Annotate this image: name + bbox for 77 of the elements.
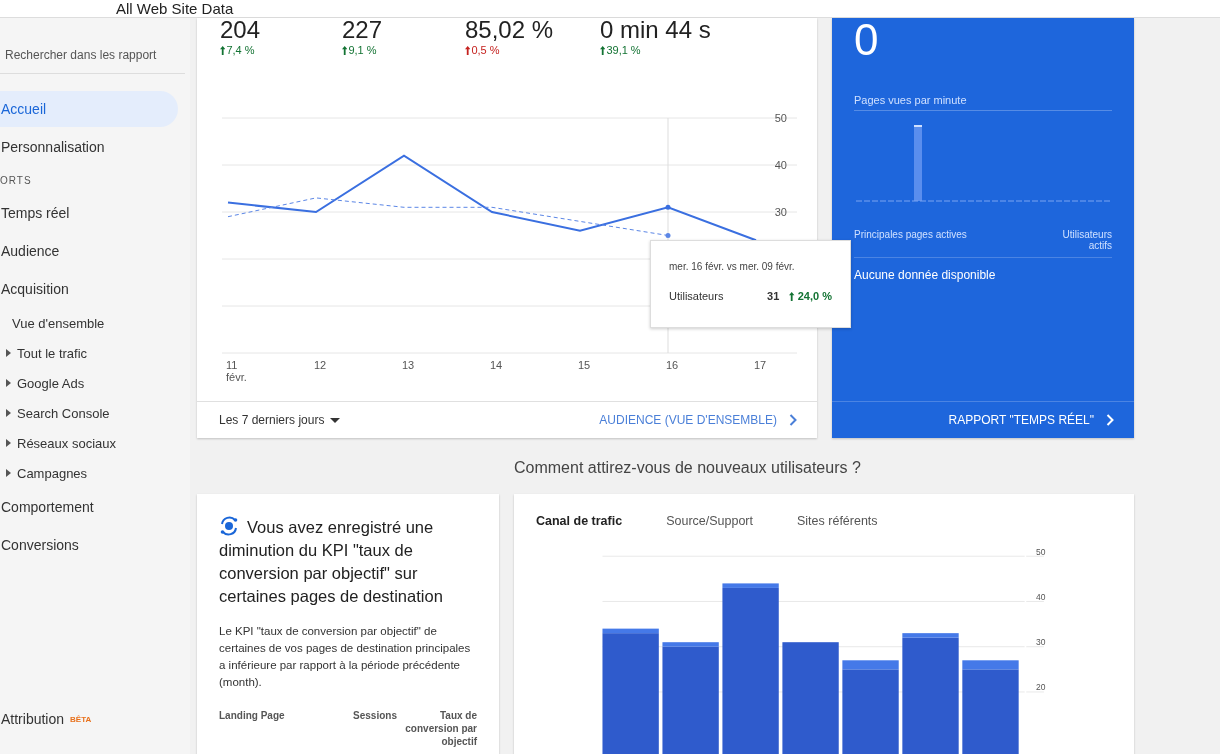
tooltip-title: mer. 16 févr. vs mer. 09 févr.	[669, 261, 796, 272]
arrow-icon	[465, 45, 471, 55]
axis-tick-label: 13	[402, 359, 415, 371]
axis-tick-label: 15	[578, 359, 591, 371]
triangle-right-icon	[6, 409, 11, 417]
active-users-value: 0	[854, 18, 880, 62]
column-header: Principales pages actives	[854, 229, 967, 242]
nav-subitem[interactable]: Campagnes	[0, 458, 190, 488]
metric-value: 227	[342, 18, 384, 42]
search-field[interactable]: Rechercher dans les rapport	[0, 36, 185, 74]
column-header: Landing Page	[219, 709, 286, 723]
chart-label: Pages vues par minute	[854, 94, 1112, 111]
metric-value: 0 min 44 s	[600, 18, 712, 42]
axis-tick-label: 17	[754, 359, 767, 371]
nav-subitem[interactable]: Tout le trafic	[0, 338, 190, 368]
date-range-dropdown[interactable]: Les 7 derniers jours	[219, 413, 341, 427]
metric-value: 85,02 %	[465, 18, 555, 42]
nav-subitem[interactable]: Vue d'ensemble	[0, 308, 190, 338]
tooltip-change: 24,0 %	[789, 290, 832, 302]
arrow-icon	[342, 45, 348, 55]
nav-item[interactable]: Attribution $^{BÊTA}$	[0, 701, 178, 737]
axis-tick-label: 11 févr.	[226, 359, 247, 383]
axis-tick-label: 40	[1036, 591, 1046, 602]
metric-change: 9,1 %	[342, 44, 377, 56]
triangle-right-icon	[6, 439, 11, 447]
arrow-icon	[600, 45, 606, 55]
nav-item[interactable]: Personnalisation	[0, 129, 178, 165]
axis-tick-label: 50	[1036, 547, 1046, 557]
axis-tick-label: 20	[1036, 682, 1046, 693]
tab[interactable]: Source/Support	[644, 494, 775, 547]
audience-link[interactable]: AUDIENCE (VUE D'ENSEMBLE)	[599, 413, 797, 427]
axis-tick-label: 16	[666, 359, 679, 371]
nav-subitem[interactable]: Google Ads	[0, 368, 190, 398]
nav-item[interactable]: Temps réel	[0, 195, 178, 231]
triangle-right-icon	[6, 469, 11, 477]
nav-item[interactable]: Acquisition	[0, 271, 178, 307]
triangle-right-icon	[6, 349, 11, 357]
arrow-icon	[789, 291, 795, 301]
axis-tick-label: 30	[1036, 637, 1046, 648]
column-header: Utilisateurs actifs	[1061, 229, 1112, 251]
realtime-report-link[interactable]: RAPPORT "TEMPS RÉEL"	[948, 413, 1114, 427]
column-header: Taux de conversion par objectif	[404, 709, 477, 748]
tooltip-value: 31	[767, 290, 780, 302]
column-header: Sessions	[352, 709, 397, 723]
nav-item[interactable]: Conversions	[0, 527, 178, 563]
metric-value: 204	[220, 18, 262, 42]
insight-icon	[219, 516, 239, 536]
nav-item[interactable]: Audience	[0, 233, 178, 269]
insight-title: Vous avez enregistré une diminution du KPI "taux de conversion par objectif" sur certaines pages de destination	[219, 516, 444, 607]
section-header: ORTS	[0, 173, 33, 188]
beta-label: BÊTA	[70, 714, 92, 724]
chevron-right-icon	[789, 414, 797, 426]
triangle-right-icon	[6, 379, 11, 387]
insight-text: Le KPI "taux de conversion par objectif" de certaines de vos pages de destination principales a inférieure par rapport à la période précédente (month).	[219, 624, 472, 690]
view-title: All Web Site Data	[116, 1, 234, 17]
nav-item[interactable]: Comportement	[0, 489, 178, 525]
empty-message: Aucune donnée disponible	[854, 268, 997, 282]
metric-change: 0,5 %	[465, 44, 500, 56]
tab[interactable]: Sites référents	[775, 494, 900, 547]
tooltip-label: Utilisateurs	[669, 290, 725, 302]
caret-down-icon	[330, 417, 341, 423]
axis-tick-label: 40	[774, 159, 787, 171]
nav-item[interactable]: Accueil	[0, 91, 178, 127]
nav-subitem[interactable]: Search Console	[0, 398, 190, 428]
data-point	[665, 233, 671, 238]
nav-subitem[interactable]: Réseaux sociaux	[0, 428, 190, 458]
metric-change: 39,1 %	[600, 44, 641, 56]
axis-tick-label: 30	[774, 206, 787, 218]
axis-tick-label: 50	[774, 112, 787, 124]
arrow-icon	[220, 45, 226, 55]
axis-tick-label: 14	[490, 359, 503, 371]
metric-change: 7,4 %	[220, 44, 255, 56]
data-point	[665, 204, 671, 210]
chevron-right-icon	[1106, 414, 1114, 426]
section-heading: Comment attirez-vous de nouveaux utilisateurs ?	[514, 458, 862, 478]
axis-tick-label: 12	[314, 359, 327, 371]
tab[interactable]: Canal de trafic	[514, 494, 645, 547]
